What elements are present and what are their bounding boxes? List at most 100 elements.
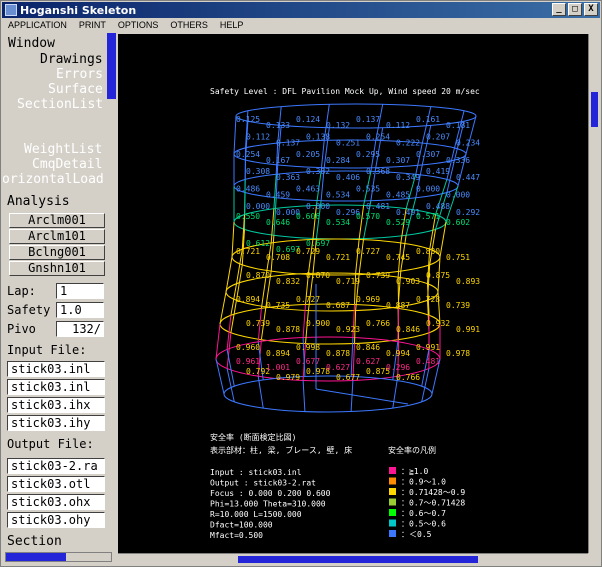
analysis-label: Analysis xyxy=(7,194,70,209)
title-bar[interactable]: Hoganshi Skeleton _ □ X xyxy=(2,2,600,18)
safety-value-label: 0.627 xyxy=(356,357,380,366)
safety-value-label: 0.000 xyxy=(416,185,440,194)
canvas-horizontal-scrollbar[interactable] xyxy=(118,553,588,565)
arclm001-button[interactable]: Arclm001 xyxy=(9,213,105,228)
wireframe-rib xyxy=(350,380,354,412)
menu-application[interactable]: APPLICATION xyxy=(2,20,73,30)
input-file-field[interactable]: stick03.ihx xyxy=(7,397,105,413)
safety-value-label: 0.677 xyxy=(296,357,320,366)
safety-value-label: 0.932 xyxy=(426,319,450,328)
safety-value-label: 0.727 xyxy=(356,247,380,256)
safety-value-label: 0.739 xyxy=(446,301,470,310)
nav-weightlist[interactable]: WeightList xyxy=(24,142,102,157)
safety-value-label: 0.000 xyxy=(446,191,470,200)
safety-value-label: 0.112 xyxy=(246,132,270,141)
safety-value-label: 1.001 xyxy=(266,363,290,372)
safety-value-label: 0.550 xyxy=(236,212,260,221)
nav-cmqdetail[interactable]: CmqDetail xyxy=(32,157,102,172)
input-file-field[interactable]: stick03.inl xyxy=(7,379,105,395)
nav-sectionlist[interactable]: SectionList xyxy=(17,97,103,112)
legend-swatch xyxy=(389,509,396,516)
caption-safety: 安全率 (断面検定比図) xyxy=(210,432,296,442)
menu-others[interactable]: OTHERS xyxy=(164,20,214,30)
safety-value-label: 0.534 xyxy=(326,218,350,227)
safety-value-label: 0.677 xyxy=(336,373,360,382)
safety-value-label: 0.766 xyxy=(396,373,420,382)
output-file-field[interactable]: stick03-2.ra xyxy=(7,458,105,474)
menu-print[interactable]: PRINT xyxy=(73,20,112,30)
nav-errors[interactable]: Errors xyxy=(56,67,103,82)
menu-help[interactable]: HELP xyxy=(214,20,250,30)
legend-label: ：0.9～1.0 xyxy=(401,478,446,487)
safety-value-label: 0.739 xyxy=(246,319,270,328)
scroll-corner xyxy=(588,553,600,565)
safety-value-label: 0.969 xyxy=(356,295,380,304)
output-file-field[interactable]: stick03.ohy xyxy=(7,512,105,528)
output-file-label: Output File: xyxy=(7,437,94,451)
wireframe-rib xyxy=(230,300,237,333)
arclm101-button[interactable]: Arclm101 xyxy=(9,229,105,244)
app-icon xyxy=(5,4,17,16)
wireframe-rib xyxy=(302,380,306,412)
left-horizontal-scrollbar[interactable] xyxy=(5,552,112,562)
safety-value-label: 0.133 xyxy=(266,121,290,130)
safety-value-label: 0.994 xyxy=(386,349,410,358)
safety-value-label: 0.979 xyxy=(276,373,300,382)
nav-horizontalload[interactable]: orizontalLoad xyxy=(3,172,104,187)
safety-value-label: 0.570 xyxy=(356,212,380,221)
wireframe-rib xyxy=(215,358,225,395)
safety-value-label: 0.205 xyxy=(296,150,320,159)
bclng001-button[interactable]: Bclng001 xyxy=(9,245,105,260)
nav-surface[interactable]: Surface xyxy=(48,82,103,97)
input-file-field[interactable]: stick03.ihy xyxy=(7,415,105,431)
safety-value-label: 0.459 xyxy=(266,191,290,200)
safety-value-label: 0.991 xyxy=(456,325,480,334)
safety-value-label: 0.336 xyxy=(446,156,470,165)
gnshn101-button[interactable]: Gnshn101 xyxy=(9,261,105,276)
info-line: Focus : 0.000 0.200 0.600 xyxy=(210,489,331,498)
info-line: Dfact=100.000 xyxy=(210,521,273,530)
safety-value-label: 0.137 xyxy=(356,115,380,124)
safety-value-label: 0.728 xyxy=(416,295,440,304)
legend-label: ：0.6～0.7 xyxy=(401,509,446,518)
info-line: Mfact=0.500 xyxy=(210,531,263,540)
output-file-field[interactable]: stick03.otl xyxy=(7,476,105,492)
wireframe-rib xyxy=(355,239,360,274)
drawing-canvas[interactable]: Safety Level : DFL Pavilion Mock Up, Win… xyxy=(118,34,588,553)
safety-input[interactable]: 1.0 xyxy=(56,302,104,318)
nav-window[interactable]: Window xyxy=(8,36,55,51)
safety-value-label: 0.878 xyxy=(326,349,350,358)
safety-value-label: 0.481 xyxy=(416,357,440,366)
input-file-field[interactable]: stick03.inl xyxy=(7,361,105,377)
wireframe-rib xyxy=(421,125,432,166)
output-file-field[interactable]: stick03.ohx xyxy=(7,494,105,510)
safety-value-label: 0.207 xyxy=(426,132,450,141)
left-panel: Window Drawings Errors Surface SectionLi… xyxy=(3,33,116,565)
safety-value-label: 0.751 xyxy=(446,253,470,262)
menu-options[interactable]: OPTIONS xyxy=(112,20,165,30)
maximize-button[interactable]: □ xyxy=(568,3,582,16)
canvas-vertical-scrollbar[interactable] xyxy=(588,34,600,553)
window-title: Hoganshi Skeleton xyxy=(20,3,137,17)
legend-label: ：0.5～0.6 xyxy=(401,520,446,529)
safety-value-label: 0.894 xyxy=(236,295,260,304)
pivo-input[interactable]: 132/ xyxy=(56,321,104,337)
safety-value-label: 0.534 xyxy=(326,191,350,200)
nav-drawings[interactable]: Drawings xyxy=(40,52,103,67)
lap-input[interactable]: 1 xyxy=(56,283,104,299)
legend-title: 安全率の凡例 xyxy=(388,445,436,455)
minimize-button[interactable]: _ xyxy=(552,3,566,16)
safety-value-label: 0.308 xyxy=(246,167,270,176)
close-button[interactable]: X xyxy=(584,3,598,16)
safety-value-label: 0.646 xyxy=(266,218,290,227)
legend-swatch xyxy=(389,519,396,527)
safety-value-label: 0.894 xyxy=(266,349,290,358)
safety-value-label: 0.000 xyxy=(306,202,330,211)
safety-value-label: 0.571 xyxy=(416,212,440,221)
safety-value-label: 0.961 xyxy=(236,357,260,366)
safety-value-label: 0.132 xyxy=(326,121,350,130)
safety-value-label: 0.745 xyxy=(386,253,410,262)
left-panel-scroll-thumb[interactable] xyxy=(107,33,116,99)
app-window: Hoganshi Skeleton _ □ X APPLICATION PRIN… xyxy=(0,0,602,567)
legend-swatch xyxy=(389,530,396,537)
